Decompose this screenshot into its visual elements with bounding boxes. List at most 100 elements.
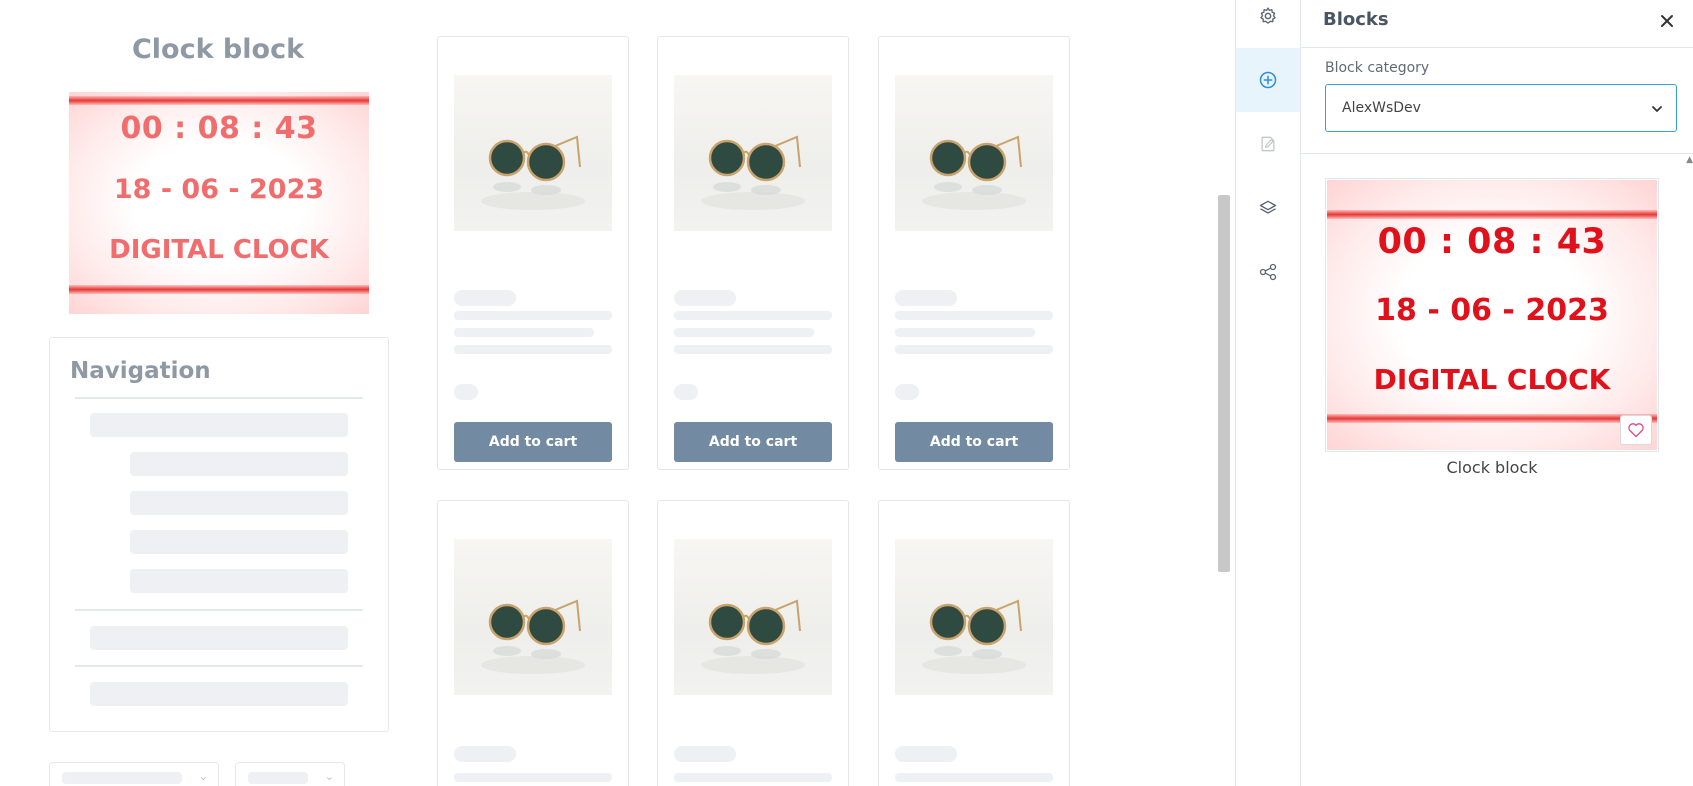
product-text-placeholder xyxy=(674,328,814,337)
product-title-placeholder xyxy=(674,746,736,762)
navigation-title: Navigation xyxy=(70,358,211,384)
product-card[interactable]: Add to cart xyxy=(437,36,629,470)
nav-placeholder-item xyxy=(90,413,348,437)
add-to-cart-button[interactable]: Add to cart xyxy=(895,422,1053,462)
clock-block-preview: 00 : 08 : 43 18 - 06 - 2023 DIGITAL CLOC… xyxy=(1327,180,1657,450)
nav-placeholder-item xyxy=(90,626,348,650)
product-image xyxy=(454,75,612,231)
clock-bottom-line xyxy=(69,285,369,294)
clock-block-canvas[interactable]: 00 : 08 : 43 18 - 06 - 2023 DIGITAL CLOC… xyxy=(69,92,369,314)
editor-canvas[interactable]: Clock block 00 : 08 : 43 18 - 06 - 2023 … xyxy=(0,0,1234,786)
layers-icon xyxy=(1259,200,1277,214)
canvas-scrollbar[interactable] xyxy=(1218,195,1230,572)
dropdown-placeholder-text xyxy=(248,772,308,784)
product-text-placeholder xyxy=(895,328,1035,337)
block-category-value: AlexWsDev xyxy=(1342,100,1421,116)
block-category-select[interactable]: AlexWsDev xyxy=(1325,84,1677,132)
product-text-placeholder xyxy=(454,773,612,782)
nav-placeholder-item xyxy=(130,491,348,515)
product-text-placeholder xyxy=(895,311,1053,320)
sunglasses-image xyxy=(481,599,585,674)
product-price-placeholder xyxy=(674,384,698,400)
clock-top-line xyxy=(69,96,369,105)
close-panel-button[interactable] xyxy=(1655,9,1679,33)
navigation-divider xyxy=(75,609,363,611)
favorite-button[interactable] xyxy=(1620,415,1652,445)
product-card[interactable] xyxy=(878,500,1070,786)
panel-title: Blocks xyxy=(1323,9,1389,30)
share-tool[interactable] xyxy=(1236,240,1300,304)
edit-icon xyxy=(1261,136,1275,152)
clock-preview-label: DIGITAL CLOCK xyxy=(1373,363,1611,396)
clock-label: DIGITAL CLOCK xyxy=(109,235,329,265)
add-to-cart-button[interactable]: Add to cart xyxy=(674,422,832,462)
panel-header: Blocks xyxy=(1301,0,1693,48)
navigation-divider xyxy=(75,665,363,667)
product-image xyxy=(674,75,832,231)
editor-tool-strip xyxy=(1235,0,1301,786)
product-text-placeholder xyxy=(454,311,612,320)
product-image xyxy=(895,75,1053,231)
share-icon xyxy=(1259,263,1277,281)
panel-divider xyxy=(1301,153,1693,154)
blocks-panel: Blocks Block category AlexWsDev ▲ 00 : 0… xyxy=(1301,0,1693,786)
add-to-cart-button[interactable]: Add to cart xyxy=(454,422,612,462)
clock-date: 18 - 06 - 2023 xyxy=(113,174,325,205)
product-image xyxy=(454,539,612,695)
chevron-down-icon: ⌄ xyxy=(198,770,208,783)
add-block-tool[interactable] xyxy=(1236,48,1300,112)
product-price-placeholder xyxy=(454,384,478,400)
sunglasses-image xyxy=(481,135,585,210)
clock-preview-date: 18 - 06 - 2023 xyxy=(1375,293,1609,328)
heart-icon xyxy=(1628,423,1644,438)
scroll-up-arrow-icon[interactable]: ▲ xyxy=(1686,155,1693,165)
gear-icon xyxy=(1260,7,1276,24)
product-text-placeholder xyxy=(674,311,832,320)
product-title-placeholder xyxy=(674,290,736,306)
clock-block-title: Clock block xyxy=(131,34,305,65)
edit-tool[interactable] xyxy=(1236,112,1300,176)
product-card[interactable]: Add to cart xyxy=(878,36,1070,470)
product-text-placeholder xyxy=(895,345,1053,354)
chevron-down-icon xyxy=(1652,106,1662,112)
product-image xyxy=(895,539,1053,695)
clock-block-card[interactable]: 00 : 08 : 43 18 - 06 - 2023 DIGITAL CLOC… xyxy=(1325,178,1659,452)
sunglasses-image xyxy=(922,599,1026,674)
product-title-placeholder xyxy=(454,746,516,762)
product-card[interactable] xyxy=(657,500,849,786)
nav-placeholder-item xyxy=(90,682,348,706)
nav-placeholder-item xyxy=(130,452,348,476)
settings-tool[interactable] xyxy=(1236,0,1300,48)
product-text-placeholder xyxy=(895,773,1053,782)
plus-circle-icon xyxy=(1259,71,1277,89)
product-text-placeholder xyxy=(454,328,594,337)
block-category-label: Block category xyxy=(1325,60,1430,76)
chevron-down-icon: ⌄ xyxy=(324,770,334,783)
sunglasses-image xyxy=(922,135,1026,210)
product-title-placeholder xyxy=(454,290,516,306)
close-icon xyxy=(1661,15,1673,27)
clock-time: 00 : 08 : 43 xyxy=(120,111,318,146)
clock-top-line xyxy=(1327,210,1657,219)
product-card[interactable] xyxy=(437,500,629,786)
product-card[interactable]: Add to cart xyxy=(657,36,849,470)
nav-placeholder-item xyxy=(130,530,348,554)
sunglasses-image xyxy=(701,599,805,674)
product-text-placeholder xyxy=(674,345,832,354)
navigation-divider xyxy=(75,397,363,399)
product-image xyxy=(674,539,832,695)
product-text-placeholder xyxy=(454,345,612,354)
layers-tool[interactable] xyxy=(1236,176,1300,240)
product-title-placeholder xyxy=(895,290,957,306)
filter-dropdown-placeholder[interactable]: ⌄ xyxy=(49,762,219,786)
product-text-placeholder xyxy=(674,773,832,782)
navigation-block[interactable]: Navigation xyxy=(49,337,389,732)
dropdown-placeholder-text xyxy=(62,772,182,784)
sort-dropdown-placeholder[interactable]: ⌄ xyxy=(235,762,345,786)
clock-bottom-line xyxy=(1327,414,1657,423)
clock-preview-time: 00 : 08 : 43 xyxy=(1377,222,1607,262)
nav-placeholder-item xyxy=(130,569,348,593)
sunglasses-image xyxy=(701,135,805,210)
product-title-placeholder xyxy=(895,746,957,762)
block-name: Clock block xyxy=(1446,458,1538,477)
